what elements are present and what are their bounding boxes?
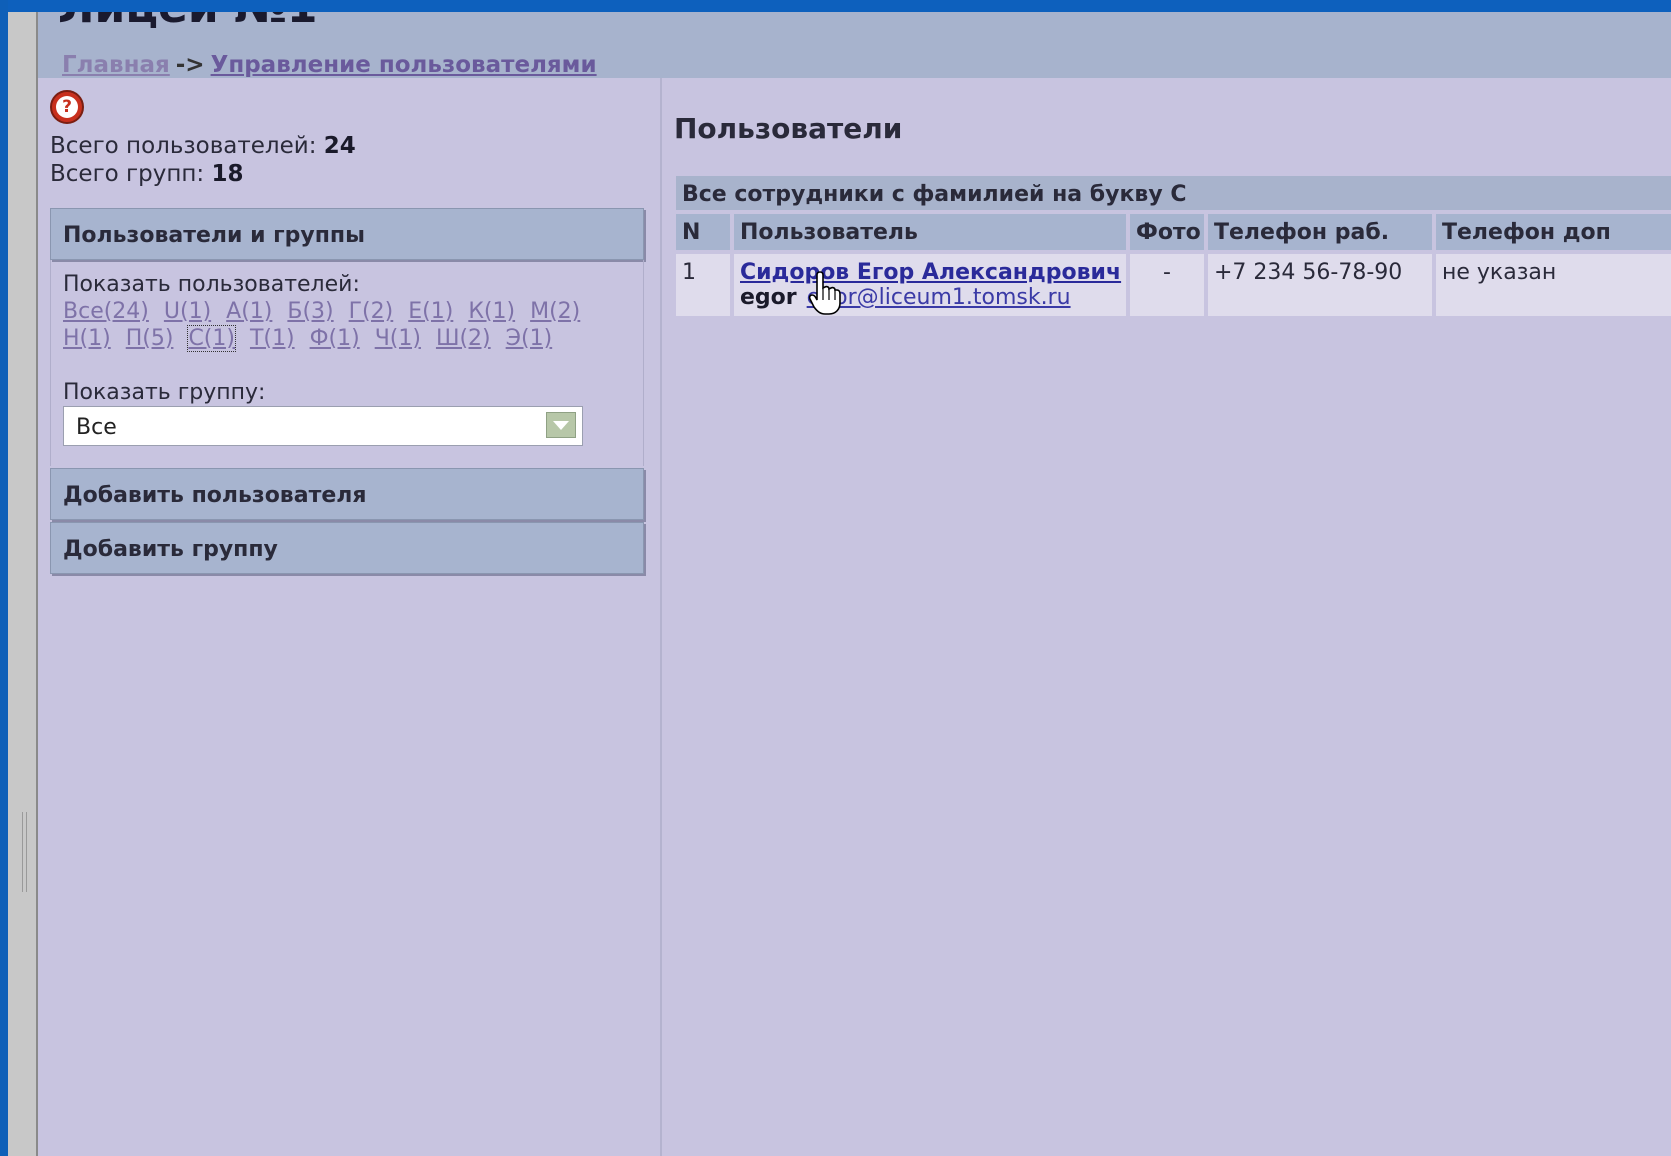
letter-filter-link[interactable]: U(1) <box>164 299 211 324</box>
breadcrumb-current-link[interactable]: Управление пользователями <box>211 52 597 78</box>
letter-filter-link[interactable]: Б(3) <box>287 299 333 324</box>
column-header-n: N <box>676 214 730 250</box>
letter-filter-link[interactable]: А(1) <box>226 299 272 324</box>
help-icon[interactable]: ? <box>50 90 84 124</box>
users-count-value: 24 <box>323 133 356 159</box>
window-frame-left <box>8 12 38 1156</box>
letter-filter-link[interactable]: Э(1) <box>506 326 553 351</box>
main-content: Пользователи Все сотрудники с фамилией н… <box>662 78 1671 1156</box>
show-group-label: Показать группу: <box>63 380 266 405</box>
breadcrumb: Главная -> Управление пользователями <box>62 52 597 78</box>
breadcrumb-home-link[interactable]: Главная <box>62 52 170 78</box>
hand-pointer-icon <box>808 271 841 315</box>
breadcrumb-separator: -> <box>175 52 205 78</box>
app-window: Лицей №1 Главная->Управление пользовател… <box>38 12 1671 1156</box>
groups-count-line: Всего групп: 18 <box>50 160 356 188</box>
letter-filter-link[interactable]: Е(1) <box>408 299 453 324</box>
user-name-link[interactable]: Сидоров Егор Александрович <box>740 260 1121 285</box>
column-header-phone-extra: Телефон доп <box>1436 214 1671 250</box>
column-header-user: Пользователь <box>734 214 1126 250</box>
desktop-left-strip <box>0 0 8 1156</box>
resize-grip[interactable] <box>22 812 27 892</box>
add-group-button[interactable]: Добавить группу <box>50 522 644 574</box>
letter-filter-link[interactable]: Ш(2) <box>436 326 491 351</box>
site-title: Лицей №1 <box>58 12 318 33</box>
group-select-value: Все <box>76 415 117 440</box>
users-count-label: Всего пользователей: <box>50 133 317 159</box>
stats-block: Всего пользователей: 24 Всего групп: 18 <box>50 132 356 188</box>
table-cell-user: Сидоров Егор Александрович egor egor@lice… <box>734 254 1126 316</box>
group-select[interactable]: Все <box>63 406 583 446</box>
groups-count-value: 18 <box>211 161 244 187</box>
header-band: Лицей №1 Главная->Управление пользовател… <box>38 12 1671 78</box>
table-cell-phone-work: +7 234 56-78-90 <box>1208 254 1432 316</box>
letter-filter-link[interactable]: Н(1) <box>63 326 111 351</box>
table-caption: Все сотрудники с фамилией на букву С <box>676 176 1671 210</box>
desktop-top-strip <box>0 0 1671 12</box>
letter-filter-link[interactable]: Все(24) <box>63 299 149 324</box>
users-count-line: Всего пользователей: 24 <box>50 132 356 160</box>
column-header-phone-work: Телефон раб. <box>1208 214 1432 250</box>
user-email-link[interactable]: egor@liceum1.tomsk.ru <box>807 285 1071 310</box>
letter-filter-list: Все(24) U(1) А(1) Б(3) Г(2) Е(1) К(1) М(… <box>63 298 633 352</box>
letter-filter-link[interactable]: Ф(1) <box>310 326 360 351</box>
chevron-down-icon[interactable] <box>546 412 576 438</box>
page-title: Пользователи <box>674 112 903 145</box>
letter-filter-link[interactable]: С(1) <box>187 325 236 352</box>
letter-filter-link[interactable]: К(1) <box>468 299 515 324</box>
letter-filter-link[interactable]: Г(2) <box>349 299 394 324</box>
table-cell-n: 1 <box>676 254 730 316</box>
letter-filter-link[interactable]: Ч(1) <box>375 326 421 351</box>
groups-count-label: Всего групп: <box>50 161 205 187</box>
letter-filter-link[interactable]: П(5) <box>126 326 174 351</box>
table-cell-photo: - <box>1130 254 1204 316</box>
users-groups-panel-body: Показать пользователей: Все(24) U(1) А(1… <box>50 260 644 466</box>
user-login: egor <box>740 285 797 310</box>
add-user-button[interactable]: Добавить пользователя <box>50 468 644 520</box>
show-users-label: Показать пользователей: <box>63 272 360 297</box>
left-sidebar: ? Всего пользователей: 24 Всего групп: 1… <box>38 78 662 1156</box>
table-cell-phone-extra: не указан <box>1436 254 1671 316</box>
letter-filter-link[interactable]: М(2) <box>530 299 580 324</box>
letter-filter-link[interactable]: Т(1) <box>250 326 295 351</box>
column-header-photo: Фото <box>1130 214 1204 250</box>
users-groups-panel-header[interactable]: Пользователи и группы <box>50 208 644 260</box>
